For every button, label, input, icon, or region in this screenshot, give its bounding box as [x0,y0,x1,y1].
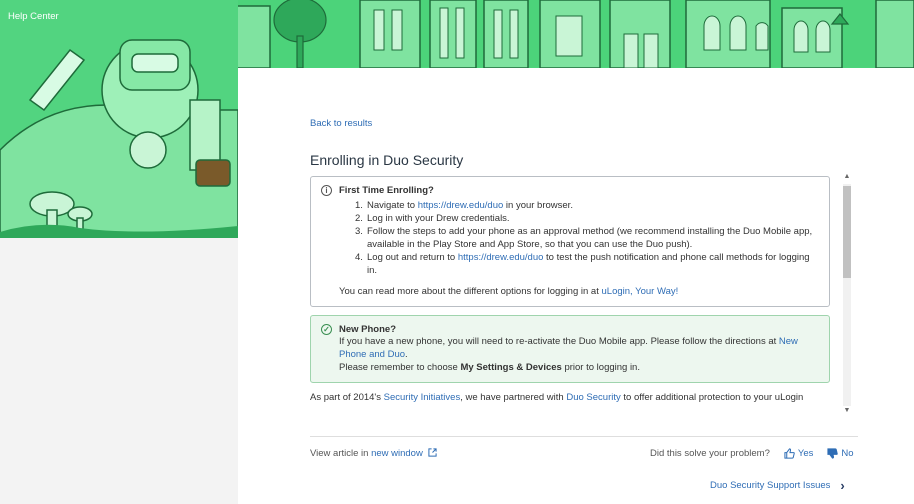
left-sidebar [0,238,238,504]
new-phone-body: If you have a new phone, you will need t… [339,335,819,374]
feedback-question: Did this solve your problem? [650,448,770,459]
external-link-icon[interactable] [428,448,438,457]
info-icon: i [321,185,332,196]
related-article-link[interactable]: Duo Security Support Issues › [710,478,845,493]
list-item: 4. Log out and return to https://drew.ed… [355,251,819,277]
list-item: 2. Log in with your Drew credentials. [355,212,819,225]
article-body[interactable]: i First Time Enrolling? 1. Navigate to h… [310,176,830,426]
new-window-link[interactable]: new window [371,448,423,459]
new-phone-text: . [405,349,408,360]
footer-divider [310,436,858,437]
step-number: 1. [355,200,363,211]
new-phone-line-2: Please remember to choose My Settings & … [339,361,819,374]
intro-paragraph: As part of 2014's Security Initiatives, … [310,391,830,404]
sidebar-illustration: Help Center [0,0,238,238]
no-label: No [841,448,854,459]
callout-heading-text: New Phone? [339,324,397,335]
yes-button[interactable]: Yes [784,448,814,459]
step-number: 4. [355,252,363,263]
list-item: 1. Navigate to https://drew.edu/duo in y… [355,199,819,212]
thumbs-up-icon [784,448,795,459]
step-text: Navigate to [367,200,418,211]
scroll-down-arrow-icon[interactable]: ▼ [842,406,852,416]
step-number: 3. [355,226,363,237]
duo-enroll-link[interactable]: https://drew.edu/duo [418,200,504,211]
article-scrollbar[interactable]: ▲ ▼ [840,170,852,420]
duo-test-link[interactable]: https://drew.edu/duo [458,252,544,263]
intro-text: , we have partnered with [460,392,567,403]
duo-security-link[interactable]: Duo Security [566,392,620,403]
check-circle-icon: ✓ [321,324,332,335]
article-title: Enrolling in Duo Security [310,152,464,168]
step-text: in your browser. [503,200,573,211]
callout-heading: ✓ New Phone? [321,324,819,335]
no-button[interactable]: No [827,448,854,459]
help-center-title[interactable]: Help Center [8,11,59,22]
feedback-bar: Did this solve your problem? Yes No [650,448,854,459]
related-article-label: Duo Security Support Issues [710,480,831,491]
chevron-right-icon: › [840,478,845,493]
new-phone-text: Please remember to choose [339,362,461,373]
security-initiatives-link[interactable]: Security Initiatives [384,392,461,403]
step-text: Follow the steps to add your phone as an… [367,226,813,250]
new-phone-text: prior to logging in. [561,362,640,373]
intro-text: As part of 2014's [310,392,384,403]
step-text: Log in with your Drew credentials. [367,213,510,224]
list-item: 3. Follow the steps to add your phone as… [355,225,819,251]
new-phone-text: If you have a new phone, you will need t… [339,336,779,347]
step-text: Log out and return to [367,252,458,263]
view-article-text: View article in new window [310,448,438,459]
callout-heading: i First Time Enrolling? [321,185,819,196]
scroll-up-arrow-icon[interactable]: ▲ [842,172,852,182]
back-to-results-link[interactable]: Back to results [310,118,372,129]
intro-text: to offer additional protection to your u… [620,392,804,403]
my-settings-devices-text: My Settings & Devices [460,362,562,373]
article-panel: Back to results Enrolling in Duo Securit… [238,68,914,504]
thumbs-down-icon [827,448,839,459]
new-phone-callout: ✓ New Phone? If you have a new phone, yo… [310,315,830,383]
enroll-steps-list: 1. Navigate to https://drew.edu/duo in y… [355,199,819,277]
scrollbar-thumb[interactable] [843,186,851,278]
more-options-prefix: You can read more about the different op… [339,286,602,297]
yes-label: Yes [797,448,814,459]
first-time-enrolling-callout: i First Time Enrolling? 1. Navigate to h… [310,176,830,307]
view-article-prefix: View article in [310,448,372,459]
step-number: 2. [355,213,363,224]
more-options-text: You can read more about the different op… [339,285,819,298]
ulogin-your-way-link[interactable]: uLogin, Your Way! [602,286,679,297]
callout-heading-text: First Time Enrolling? [339,185,434,196]
new-phone-line-1: If you have a new phone, you will need t… [339,335,819,361]
